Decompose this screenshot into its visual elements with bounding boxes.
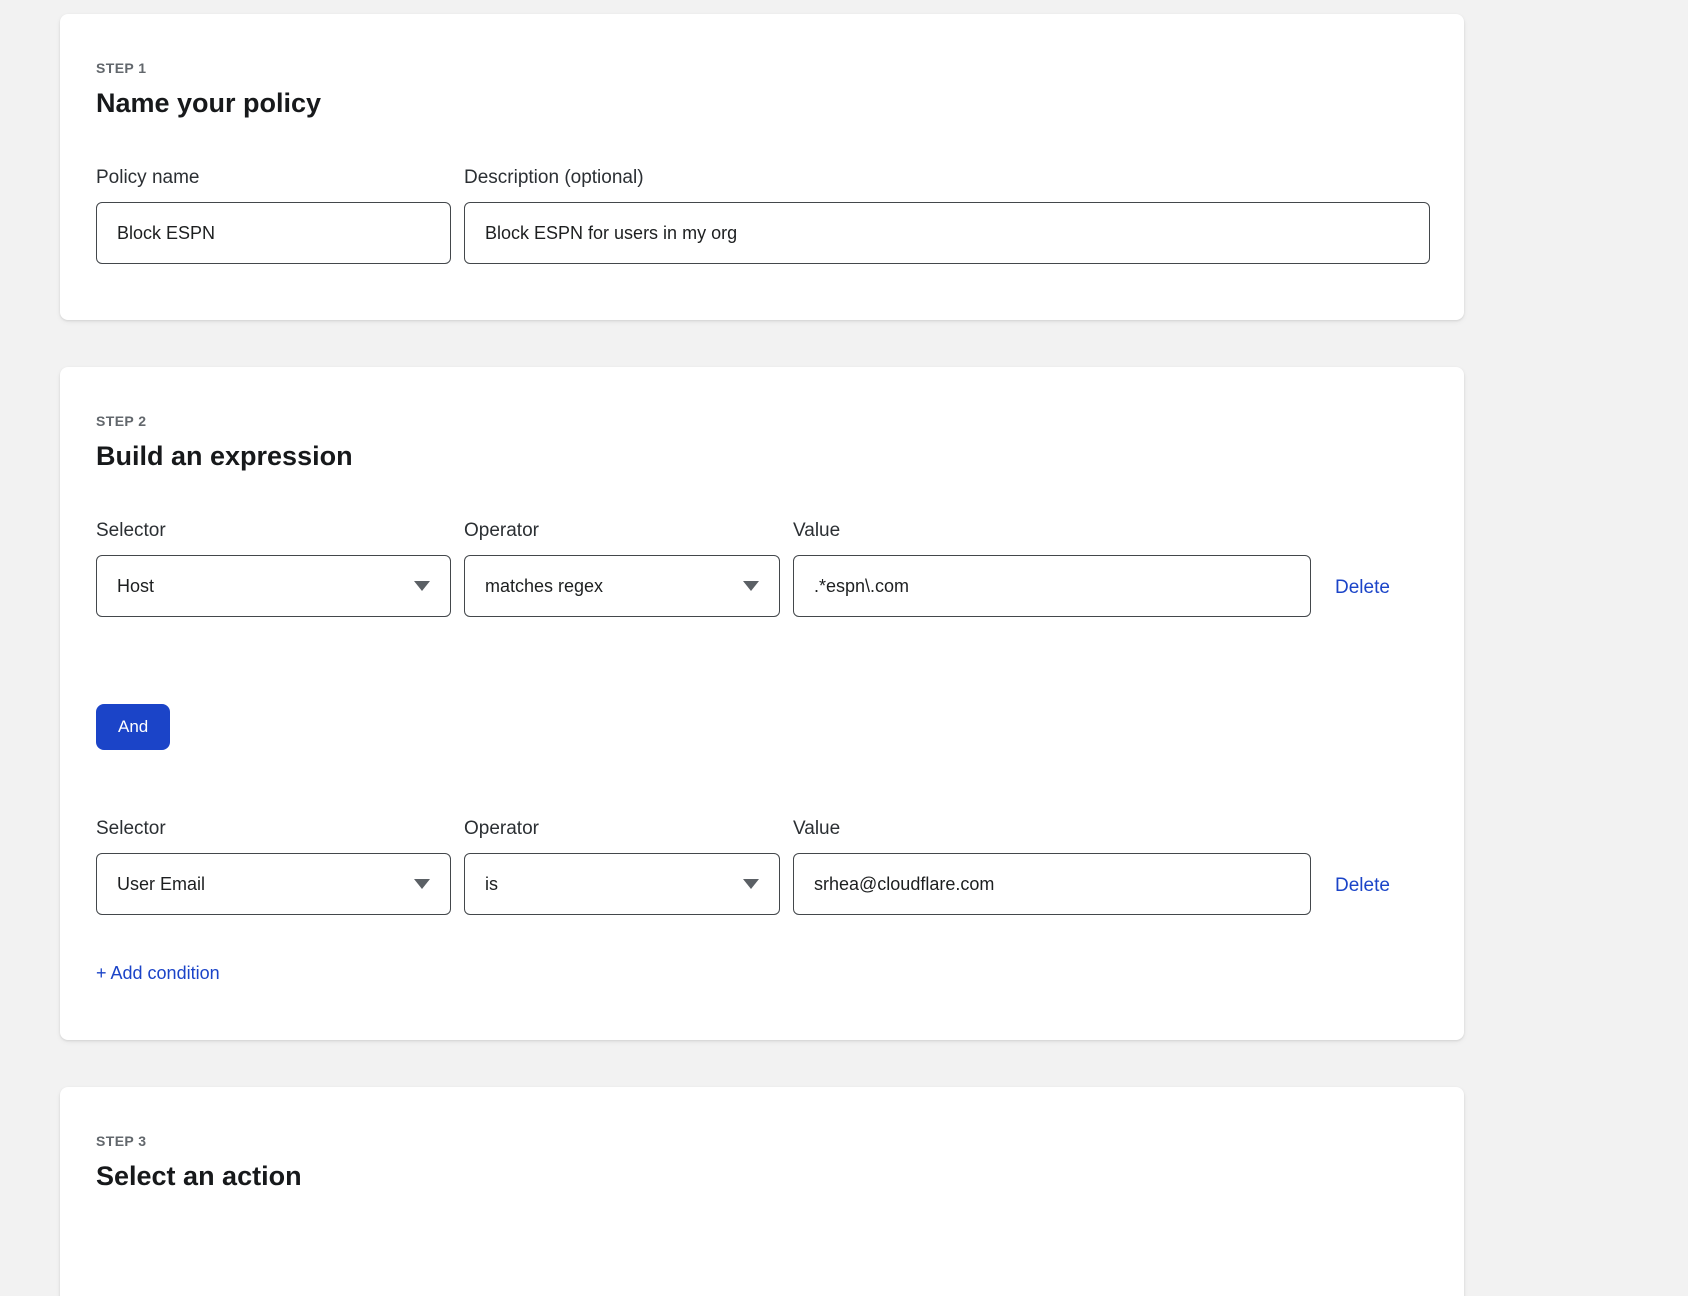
selector-field-group: Selector Host [96, 520, 451, 617]
logic-operator-row: And [96, 617, 1430, 818]
chevron-down-icon [414, 879, 430, 889]
policy-builder-page: STEP 1 Name your policy Policy name Desc… [0, 0, 1688, 1296]
chevron-down-icon [743, 879, 759, 889]
operator-dropdown-value: is [485, 874, 498, 895]
delete-condition-link[interactable]: Delete [1335, 875, 1390, 896]
step1-label: STEP 1 [96, 60, 1430, 76]
step2-card: STEP 2 Build an expression Selector Host… [60, 367, 1464, 1040]
delete-column: Delete [1335, 577, 1390, 617]
and-button[interactable]: And [96, 704, 170, 750]
selector-label: Selector [96, 818, 451, 840]
step3-label: STEP 3 [96, 1133, 1430, 1149]
value-field-group: Value [793, 818, 1311, 915]
value-field-group: Value [793, 520, 1311, 617]
value-label: Value [793, 818, 1311, 840]
operator-dropdown[interactable]: matches regex [464, 555, 780, 617]
delete-condition-link[interactable]: Delete [1335, 577, 1390, 598]
step1-fields-row: Policy name Description (optional) [96, 167, 1430, 264]
selector-label: Selector [96, 520, 451, 542]
operator-field-group: Operator is [464, 818, 780, 915]
operator-field-group: Operator matches regex [464, 520, 780, 617]
condition-row-1: Selector Host Operator matches regex Val… [96, 520, 1430, 617]
step1-title: Name your policy [96, 88, 1430, 119]
operator-label: Operator [464, 520, 780, 542]
selector-dropdown-value: User Email [117, 874, 205, 895]
delete-column: Delete [1335, 875, 1390, 915]
value-label: Value [793, 520, 1311, 542]
policy-name-label: Policy name [96, 167, 451, 189]
value-input[interactable] [793, 853, 1311, 915]
chevron-down-icon [743, 581, 759, 591]
operator-label: Operator [464, 818, 780, 840]
operator-dropdown[interactable]: is [464, 853, 780, 915]
selector-dropdown[interactable]: Host [96, 555, 451, 617]
step2-title: Build an expression [96, 441, 1430, 472]
condition-row-2: Selector User Email Operator is Value De… [96, 818, 1430, 915]
step3-title: Select an action [96, 1161, 1430, 1192]
value-input[interactable] [793, 555, 1311, 617]
selector-field-group: Selector User Email [96, 818, 451, 915]
step3-card: STEP 3 Select an action [60, 1087, 1464, 1296]
description-label: Description (optional) [464, 167, 1430, 189]
policy-name-field-group: Policy name [96, 167, 451, 264]
selector-dropdown[interactable]: User Email [96, 853, 451, 915]
selector-dropdown-value: Host [117, 576, 154, 597]
policy-name-input[interactable] [96, 202, 451, 264]
step2-label: STEP 2 [96, 413, 1430, 429]
step1-card: STEP 1 Name your policy Policy name Desc… [60, 14, 1464, 320]
chevron-down-icon [414, 581, 430, 591]
add-condition-link[interactable]: + Add condition [96, 963, 220, 984]
description-input[interactable] [464, 202, 1430, 264]
description-field-group: Description (optional) [464, 167, 1430, 264]
operator-dropdown-value: matches regex [485, 576, 603, 597]
